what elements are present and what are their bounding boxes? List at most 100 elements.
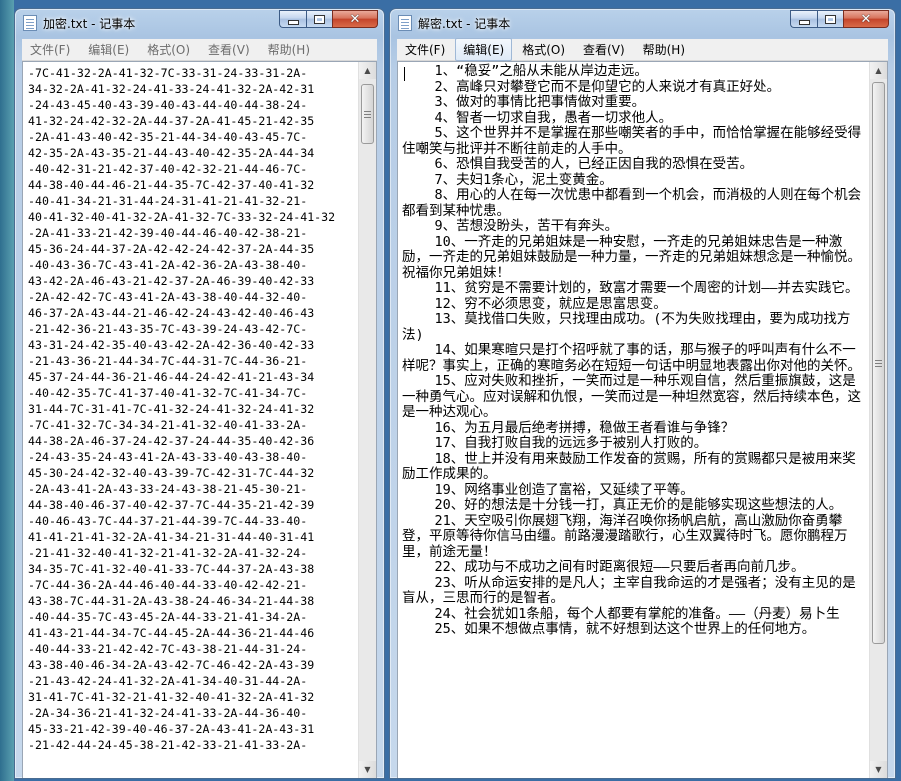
text-line: 34-35-7C-41-32-40-41-33-7C-44-37-2A-43-3… [28, 562, 315, 576]
notepad-window-decrypted[interactable]: 解密.txt - 记事本 ✕ 文件(F) 编辑(E) 格式(O) 查看(V) 帮… [389, 8, 896, 779]
text-line: 22、成功与不成功之间有时距离很短——只要后者再向前几步。 [402, 559, 805, 575]
text-line: 13、莫找借口失败，只找理由成功。(不为失败找理由，要为成功找方法) [402, 311, 851, 343]
menu-file[interactable]: 文件(F) [22, 38, 78, 61]
text-line: -21-42-44-24-45-38-21-42-33-21-41-33-2A- [28, 738, 308, 752]
text-line: -21-43-42-24-41-32-2A-41-34-40-31-44-2A- [28, 674, 308, 688]
text-line: -40-44-35-7C-43-45-2A-44-33-21-41-34-2A- [28, 610, 308, 624]
scroll-down-arrow-icon[interactable]: ▼ [870, 761, 887, 778]
menu-bar: 文件(F) 编辑(E) 格式(O) 查看(V) 帮助(H) [22, 39, 377, 61]
text-line: 1、“稳妥”之船从未能从岸边走远。 [402, 63, 648, 79]
close-icon: ✕ [349, 11, 361, 27]
close-icon: ✕ [860, 11, 872, 27]
scroll-thumb[interactable] [872, 82, 885, 644]
text-line: -7C-44-36-2A-44-46-40-44-33-40-42-42-21- [28, 578, 308, 592]
minimize-button[interactable] [279, 10, 306, 28]
text-line: 34-32-2A-41-32-24-41-33-24-41-32-2A-42-3… [28, 82, 315, 96]
menu-view[interactable]: 查看(V) [200, 38, 258, 61]
scroll-thumb[interactable] [361, 84, 374, 144]
text-line: 25、如果不想做点事情，就不好想到达这个世界上的任何地方。 [402, 621, 816, 637]
text-line: 9、苦想没盼头，苦干有奔头。 [402, 218, 619, 234]
menu-edit[interactable]: 编辑(E) [455, 38, 513, 61]
text-line: 14、如果寒暄只是打个招呼就了事的话，那与猴子的呼叫声有什么不一样呢？事实上，正… [402, 342, 861, 374]
close-button[interactable]: ✕ [843, 10, 889, 28]
text-line: 43-42-2A-46-43-21-42-37-2A-46-39-40-42-3… [28, 274, 315, 288]
scroll-up-arrow-icon[interactable]: ▲ [870, 62, 887, 79]
text-line: -40-42-35-7C-41-37-40-41-32-7C-41-34-7C- [28, 386, 308, 400]
caption-buttons: ✕ [279, 10, 378, 28]
text-line: 7、夫妇1条心，泥土变黄金。 [402, 171, 613, 188]
text-line: 2、高峰只对攀登它而不是仰望它的人来说才有真正好处。 [402, 78, 781, 95]
text-line: -21-41-32-40-41-32-21-41-32-2A-41-32-24- [28, 546, 308, 560]
text-content[interactable]: 1、“稳妥”之船从未能从岸边走远。 2、高峰只对攀登它而不是仰望它的人来说才有真… [398, 62, 869, 778]
menu-edit[interactable]: 编辑(E) [80, 38, 137, 61]
text-line: -7C-41-32-2A-41-32-7C-33-31-24-33-31-2A- [28, 66, 308, 80]
menu-file[interactable]: 文件(F) [397, 38, 453, 61]
text-line: -2A-43-41-2A-43-33-24-43-38-21-45-30-21- [28, 482, 308, 496]
text-line: 43-38-7C-44-31-2A-43-38-24-46-34-21-44-3… [28, 594, 315, 608]
menu-format[interactable]: 格式(O) [139, 38, 198, 61]
text-line: 3、做对的事情比把事情做对重要。 [402, 94, 646, 110]
text-line: 17、自我打败自我的远远多于被别人打败的。 [402, 435, 708, 451]
text-caret [404, 67, 405, 81]
text-line: -40-44-33-21-42-42-7C-43-38-21-44-31-24- [28, 642, 308, 656]
text-line: 42-35-2A-43-35-21-44-43-40-42-35-2A-44-3… [28, 146, 315, 160]
vertical-scrollbar[interactable]: ▲ ▼ [869, 62, 887, 778]
text-line: -2A-41-33-21-42-39-40-44-46-40-42-38-21- [28, 226, 308, 240]
text-line: 43-38-40-46-34-2A-43-42-7C-46-42-2A-43-3… [28, 658, 315, 672]
menu-help[interactable]: 帮助(H) [635, 38, 693, 61]
text-line: 45-37-24-44-36-21-46-44-24-42-41-21-43-3… [28, 370, 315, 384]
maximize-icon [825, 14, 836, 24]
text-line: 20、好的想法是十分钱一打，真正无价的是能够实现这些想法的人。 [402, 497, 843, 513]
text-line: 44-38-40-46-37-40-42-37-7C-44-35-21-42-3… [28, 498, 315, 512]
text-line: 10、一齐走的兄弟姐妹是一种安慰，一齐走的兄弟姐妹忠告是一种激励，一齐走的兄弟姐… [402, 233, 861, 281]
text-line: 6、恐惧自我受苦的人，已经正因自我的恐惧在受苦。 [402, 156, 754, 172]
text-line: -7C-41-32-7C-34-34-21-41-32-40-41-33-2A- [28, 418, 308, 432]
text-editor[interactable]: -7C-41-32-2A-41-32-7C-33-31-24-33-31-2A-… [22, 61, 377, 778]
maximize-button[interactable] [817, 10, 843, 28]
text-line: -24-43-35-24-43-41-2A-43-33-40-43-38-40- [28, 450, 308, 464]
text-line: -24-43-45-40-43-39-40-43-44-40-44-38-24- [28, 98, 308, 112]
text-line: -21-42-36-21-43-35-7C-43-39-24-43-42-7C- [28, 322, 308, 336]
text-line: 44-38-2A-46-37-24-42-37-24-44-35-40-42-3… [28, 434, 315, 448]
text-line: -40-41-34-21-31-44-24-31-41-21-41-32-21- [28, 194, 308, 208]
scroll-up-arrow-icon[interactable]: ▲ [359, 62, 376, 79]
text-content[interactable]: -7C-41-32-2A-41-32-7C-33-31-24-33-31-2A-… [23, 62, 358, 778]
title-bar[interactable]: 加密.txt - 记事本 ✕ [15, 9, 384, 37]
text-line: 45-36-24-44-37-2A-42-42-24-42-37-2A-44-3… [28, 242, 315, 256]
text-line: 24、社会犹如1条船，每个人都要有掌舵的准备。——（丹麦）易卜生 [402, 605, 840, 622]
notepad-icon[interactable] [23, 15, 37, 31]
text-line: -40-46-43-7C-44-37-21-44-39-7C-44-33-40- [28, 514, 308, 528]
window-title: 加密.txt - 记事本 [43, 17, 136, 31]
text-line: -40-43-36-7C-43-41-2A-42-36-2A-43-38-40- [28, 258, 308, 272]
text-line: 23、听从命运安排的是凡人；主宰自我命运的才是强者；没有主见的是盲从，三思而行的… [402, 574, 856, 606]
minimize-icon [798, 19, 810, 25]
minimize-button[interactable] [790, 10, 817, 28]
close-button[interactable]: ✕ [332, 10, 378, 28]
text-line: -2A-34-36-21-41-32-24-41-33-2A-44-36-40- [28, 706, 308, 720]
text-line: 21、天空吸引你展翅飞翔，海洋召唤你扬帆启航，高山激励你奋勇攀登，平原等待你信马… [402, 512, 848, 560]
notepad-icon[interactable] [398, 15, 412, 31]
menu-help[interactable]: 帮助(H) [260, 38, 318, 61]
text-line: 15、应对失败和挫折，一笑而过是一种乐观自信，然后重振旗鼓，这是一种勇气心。应对… [402, 373, 861, 420]
window-title: 解密.txt - 记事本 [418, 17, 511, 31]
caption-buttons: ✕ [790, 10, 889, 28]
notepad-window-encrypted[interactable]: 加密.txt - 记事本 ✕ 文件(F) 编辑(E) 格式(O) 查看(V) 帮… [14, 8, 385, 779]
scroll-down-arrow-icon[interactable]: ▼ [359, 761, 376, 778]
vertical-scrollbar[interactable]: ▲ ▼ [358, 62, 376, 778]
maximize-icon [314, 14, 325, 24]
maximize-button[interactable] [306, 10, 332, 28]
text-line: 41-43-21-44-34-7C-44-45-2A-44-36-21-44-4… [28, 626, 315, 640]
text-line: 46-37-2A-43-44-21-46-42-24-43-42-40-46-4… [28, 306, 315, 320]
text-editor[interactable]: 1、“稳妥”之船从未能从岸边走远。 2、高峰只对攀登它而不是仰望它的人来说才有真… [397, 61, 888, 778]
text-line: 45-33-21-42-39-40-46-37-2A-43-41-2A-43-3… [28, 722, 315, 736]
text-line: 40-41-32-40-41-32-2A-41-32-7C-33-32-24-4… [28, 210, 336, 224]
text-line: 8、用心的人在每一次忧患中都看到一个机会，而消极的人则在每个机会都看到某种忧患。 [402, 187, 862, 219]
text-line: 11、贫穷是不需要计划的，致富才需要一个周密的计划——并去实践它。 [402, 280, 859, 296]
menu-bar: 文件(F) 编辑(E) 格式(O) 查看(V) 帮助(H) [397, 38, 888, 61]
text-line: 18、世上并没有用来鼓励工作发奋的赏赐，所有的赏赐都只是被用来奖励工作成果的。 [402, 450, 856, 482]
menu-view[interactable]: 查看(V) [575, 38, 633, 61]
menu-format[interactable]: 格式(O) [514, 38, 573, 61]
title-bar[interactable]: 解密.txt - 记事本 ✕ [390, 9, 895, 37]
text-line: 41-32-24-42-32-2A-44-37-2A-41-45-21-42-3… [28, 114, 315, 128]
text-line: 12、穷不必须思变，就应是思富思变。 [402, 295, 667, 312]
